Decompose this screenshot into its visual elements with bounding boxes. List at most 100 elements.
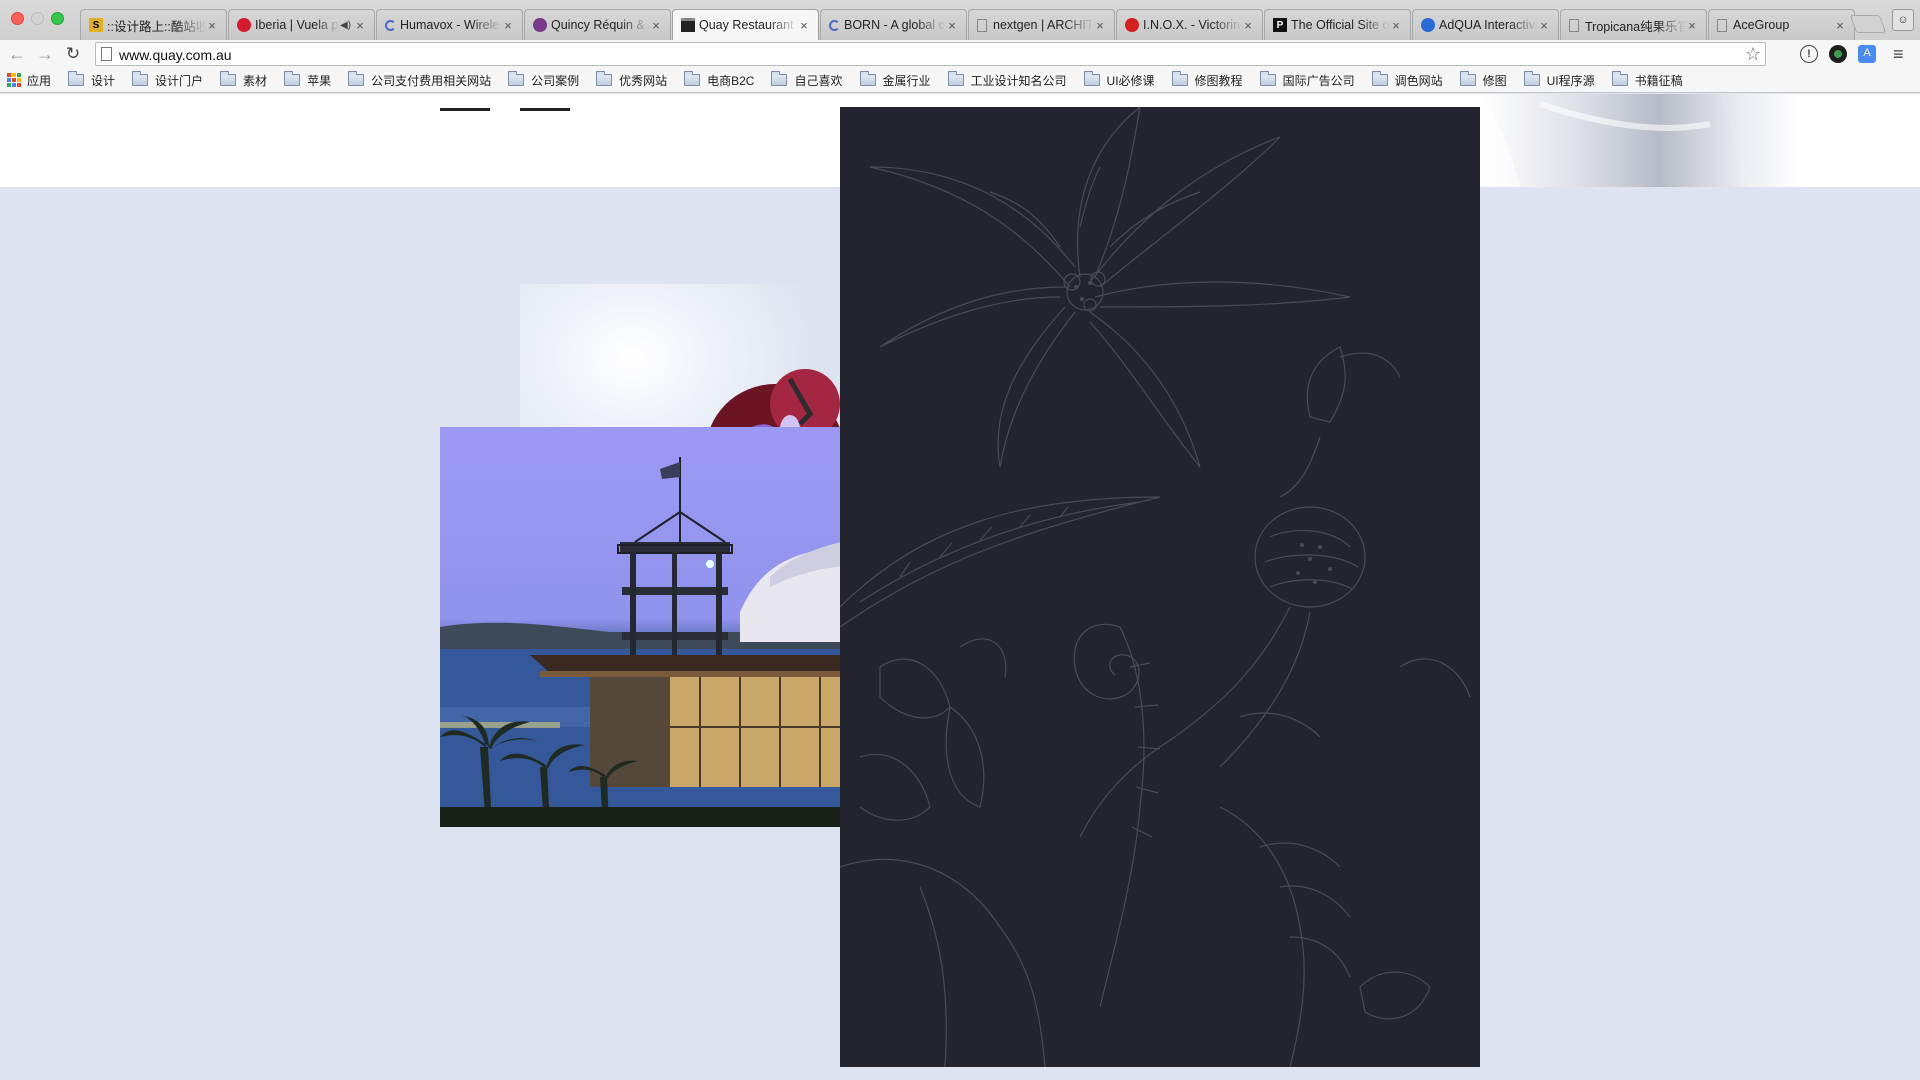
bookmark-label: 修图教程 (1194, 73, 1243, 88)
sculpture-image (1480, 94, 1800, 187)
new-tab-button[interactable] (1849, 15, 1887, 33)
close-tab-icon[interactable]: × (798, 18, 810, 33)
bookmark-label: 优秀网站 (619, 73, 668, 88)
flower-illustration (869, 107, 1351, 468)
folder-icon (1611, 71, 1628, 86)
bookmark-label: 工业设计知名公司 (970, 73, 1067, 88)
folder-icon (508, 71, 525, 86)
profile-icon[interactable]: ☺ (1892, 9, 1914, 31)
bookmark-item[interactable]: 修图教程 (1171, 71, 1243, 89)
tab-title: AdQUA Interactive (1439, 18, 1538, 32)
url-text[interactable]: www.quay.com.au (119, 47, 232, 63)
bookmark-item[interactable]: UI程序源 (1523, 71, 1595, 89)
p-logo-icon: P (1273, 18, 1287, 32)
tab-0[interactable]: S::设计路上::酷站收藏× (80, 9, 227, 40)
address-bar[interactable]: www.quay.com.au ☆ (95, 42, 1766, 66)
menu-line-icon[interactable] (520, 108, 570, 111)
page-content (0, 94, 1920, 1080)
page-icon (1569, 18, 1579, 32)
extension-info-icon[interactable]: ! (1800, 45, 1818, 63)
tab-title: Humavox - Wireless Charging (400, 18, 502, 32)
menu-icon[interactable]: ≡ (1893, 44, 1904, 65)
bookmark-label: 公司支付费用相关网站 (371, 73, 492, 88)
folder-icon (596, 71, 613, 86)
tab-title: Iberia | Vuela por el mundo (255, 18, 340, 32)
bookmark-label: 电商B2C (707, 73, 755, 88)
folder-icon (947, 71, 964, 86)
tab-3[interactable]: Quincy Réquin & Associés× (524, 9, 671, 40)
bookmark-item[interactable]: 修图 (1459, 71, 1507, 89)
tab-1[interactable]: Iberia | Vuela por el mundo◀)× (228, 9, 375, 40)
close-tab-icon[interactable]: × (502, 18, 514, 33)
bookmark-item[interactable]: 调色网站 (1371, 71, 1443, 89)
bookmark-item[interactable]: 公司案例 (508, 71, 579, 89)
close-window-button[interactable] (11, 12, 24, 25)
menu-line-icon[interactable] (440, 108, 490, 111)
botanical-illustration-panel (840, 107, 1480, 1067)
back-arrow-icon[interactable]: ← (6, 43, 28, 65)
tab-9[interactable]: AdQUA Interactive × (1412, 9, 1559, 40)
close-tab-icon[interactable]: × (1834, 18, 1846, 33)
bookmark-item[interactable]: 公司支付费用相关网站 (348, 71, 492, 89)
close-tab-icon[interactable]: × (1094, 18, 1106, 33)
page-icon (977, 18, 987, 32)
apps-grid-icon (7, 73, 21, 87)
tab-title: The Official Site of (1291, 18, 1390, 32)
close-tab-icon[interactable]: × (206, 18, 218, 33)
tab-2[interactable]: Humavox - Wireless Charging× (376, 9, 523, 40)
close-tab-icon[interactable]: × (1686, 18, 1698, 33)
tab-title: Tropicana纯果乐官网 (1585, 19, 1686, 34)
reload-icon[interactable]: ↻ (62, 43, 84, 65)
bookmark-item[interactable]: 自己喜欢 (771, 71, 843, 89)
swiss-shield-icon (1125, 18, 1139, 32)
speaker-icon[interactable]: ◀) (340, 20, 351, 31)
folder-icon (1371, 71, 1388, 86)
tab-5[interactable]: BORN - A global creative× (820, 9, 967, 40)
bookmark-item[interactable]: UI必修课 (1083, 71, 1155, 89)
tab-6[interactable]: nextgen | ARCHITECTURE× (968, 9, 1115, 40)
maximize-window-button[interactable] (51, 12, 64, 25)
close-tab-icon[interactable]: × (1538, 18, 1550, 33)
close-tab-icon[interactable]: × (650, 18, 662, 33)
translate-icon[interactable]: A (1858, 45, 1876, 63)
close-tab-icon[interactable]: × (1390, 18, 1402, 33)
bookmark-item[interactable]: 书籍征稿 (1611, 71, 1683, 89)
tab-title: Quay Restaurant (699, 18, 794, 32)
bookmark-label: 素材 (243, 73, 268, 88)
square-logo-icon: S (89, 18, 103, 32)
bookmark-label: 设计 (91, 73, 116, 88)
bookmark-item[interactable]: 苹果 (284, 71, 331, 89)
tab-title: AceGroup (1733, 18, 1790, 32)
bookmark-star-icon[interactable]: ☆ (1745, 44, 1761, 65)
extension-camera-icon[interactable] (1829, 45, 1847, 63)
bookmark-item[interactable]: 应用 (7, 72, 51, 89)
window-titlebar: S::设计路上::酷站收藏×Iberia | Vuela por el mund… (0, 0, 1920, 40)
tab-11[interactable]: AceGroup × (1708, 9, 1855, 40)
folder-icon (771, 71, 788, 86)
minimize-window-button[interactable] (31, 12, 44, 25)
close-tab-icon[interactable]: × (1242, 18, 1254, 33)
tab-title: I.N.O.X. - Victorinox (1143, 18, 1242, 32)
folder-icon (1523, 71, 1540, 86)
tab-10[interactable]: Tropicana纯果乐官网× (1560, 9, 1707, 40)
bookmark-item[interactable]: 设计 (68, 71, 116, 89)
forward-arrow-icon[interactable]: → (34, 43, 56, 65)
bookmark-item[interactable]: 优秀网站 (596, 71, 668, 89)
close-tab-icon[interactable]: × (946, 18, 958, 33)
bookmark-item[interactable]: 设计门户 (132, 71, 203, 89)
tab-8[interactable]: P The Official Site of × (1264, 9, 1411, 40)
bookmark-item[interactable]: 工业设计知名公司 (947, 71, 1067, 89)
bookmark-label: UI程序源 (1546, 73, 1595, 88)
bookmark-label: 金属行业 (882, 73, 931, 88)
tab-7[interactable]: I.N.O.X. - Victorinox× (1116, 9, 1263, 40)
close-tab-icon[interactable]: × (354, 18, 366, 33)
folder-icon (348, 71, 365, 86)
loading-spinner-icon (385, 19, 396, 31)
bookmark-item[interactable]: 电商B2C (684, 71, 755, 89)
bookmark-item[interactable]: 国际广告公司 (1259, 71, 1355, 89)
tab-4[interactable]: Quay Restaurant × (672, 9, 819, 40)
bookmark-item[interactable]: 金属行业 (859, 71, 931, 89)
bookmark-item[interactable]: 素材 (220, 71, 268, 89)
folder-icon (684, 71, 701, 86)
folder-icon (132, 71, 149, 86)
